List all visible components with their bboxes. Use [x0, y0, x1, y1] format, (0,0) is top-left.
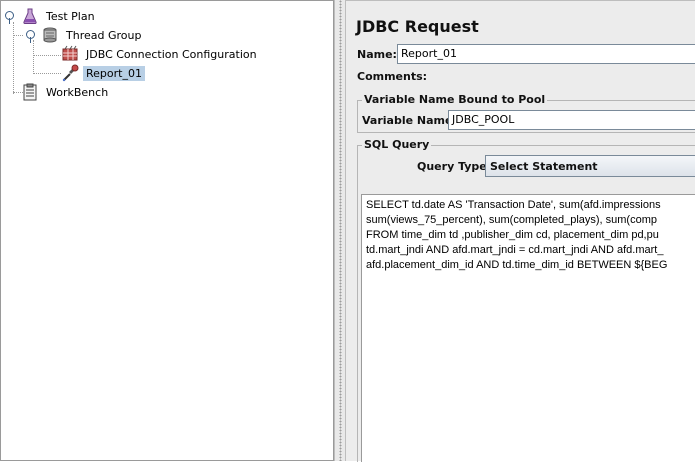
thread-group-spool-icon	[43, 27, 57, 43]
query-line: SELECT td.date AS 'Transaction Date', su…	[366, 199, 661, 211]
splitter-grip[interactable]	[339, 0, 342, 461]
variable-name-label: Variable Name:	[362, 114, 457, 127]
tree-connector	[33, 40, 34, 74]
pool-group-title: Variable Name Bound to Pool	[362, 93, 548, 106]
tree-item-label: WorkBench	[46, 85, 109, 99]
name-label: Name:	[357, 48, 397, 61]
tree-item-label: Test Plan	[46, 9, 95, 23]
tree-item-thread-group[interactable]: Thread Group	[41, 26, 144, 44]
query-line: FROM time_dim td ,publisher_dim cd, plac…	[366, 229, 659, 241]
tree-item-label: Thread Group	[66, 28, 142, 42]
query-line: sum(views_75_percent), sum(completed_pla…	[366, 214, 657, 226]
sql-group-title: SQL Query	[362, 138, 432, 151]
tree-item-label: JDBC Connection Configuration	[86, 47, 257, 61]
tree-connector	[13, 22, 14, 94]
tree-expand-handle-thread-group[interactable]	[26, 30, 35, 43]
test-plan-flask-icon	[23, 8, 37, 24]
sql-query-textarea[interactable]: SELECT td.date AS 'Transaction Date', su…	[361, 194, 695, 462]
query-line: td.mart_jndi AND afd.mart_jndi = cd.mart…	[366, 244, 664, 256]
panel-title: JDBC Request	[356, 17, 479, 36]
comments-label: Comments:	[357, 70, 428, 83]
query-type-label: Query Type:	[417, 160, 492, 173]
tree-item-report-01[interactable]: Report_01	[61, 64, 145, 82]
sampler-pipette-icon	[62, 64, 79, 82]
query-line: afd.placement_dim_id AND td.time_dim_id …	[366, 259, 668, 271]
tree-item-test-plan[interactable]: Test Plan	[21, 7, 98, 25]
pane-splitter[interactable]	[334, 0, 346, 461]
tree-item-jdbc-connection-config[interactable]: JDBC Connection Configuration	[61, 45, 260, 63]
config-element-icon	[62, 45, 78, 61]
query-type-select[interactable]: Select Statement	[485, 155, 695, 177]
tree-connector	[33, 55, 61, 56]
name-field[interactable]: Report_01	[397, 44, 695, 64]
tree-connector	[13, 35, 23, 36]
test-plan-tree[interactable]: Test Plan Thread Group JDBC Connection C…	[0, 0, 334, 461]
comments-field[interactable]	[424, 66, 695, 86]
jdbc-request-panel: JDBC Request Name: Report_01 Comments: V…	[346, 0, 695, 462]
variable-name-field[interactable]: JDBC_POOL	[448, 110, 695, 130]
workbench-clipboard-icon	[23, 83, 37, 101]
tree-expand-handle-test-plan[interactable]	[5, 11, 14, 24]
tree-connector	[33, 73, 61, 74]
tree-item-workbench[interactable]: WorkBench	[21, 83, 111, 101]
tree-item-label: Report_01	[83, 65, 145, 81]
